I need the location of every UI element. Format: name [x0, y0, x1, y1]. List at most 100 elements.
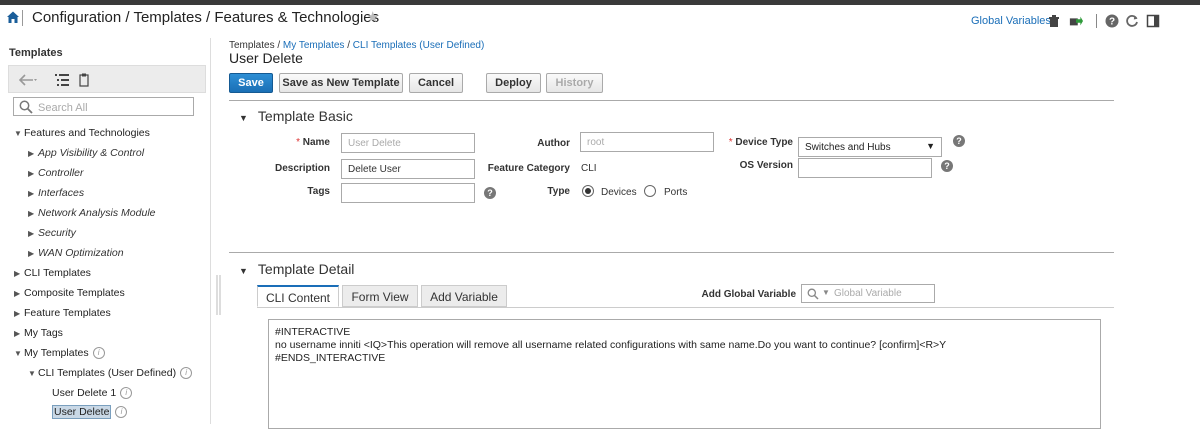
global-variable-search[interactable]: ▼ — [801, 284, 935, 303]
tree-features-and-technologies[interactable]: ▼ Features and Technologies — [14, 124, 150, 142]
caret-down-icon[interactable]: ▼ — [28, 365, 38, 383]
author-field[interactable] — [580, 132, 714, 152]
caret-right-icon[interactable]: ▶ — [28, 205, 38, 223]
caret-down-icon[interactable]: ▼ — [14, 125, 24, 143]
tree-label: Interfaces — [38, 187, 85, 199]
device-type-select[interactable]: Switches and Hubs ▼ — [798, 137, 942, 157]
list-view-icon[interactable] — [55, 74, 69, 86]
cancel-button[interactable]: Cancel — [409, 73, 463, 93]
caret-right-icon[interactable]: ▶ — [28, 245, 38, 263]
tree-composite-templates[interactable]: ▶ Composite Templates — [14, 284, 125, 302]
tags-label: Tags — [307, 186, 330, 197]
info-icon[interactable]: i — [115, 406, 128, 419]
clipboard-icon[interactable] — [79, 73, 89, 87]
template-detail-header[interactable]: ▼ Template Detail — [239, 261, 354, 277]
add-global-variable-label: Add Global Variable — [701, 289, 796, 300]
tab-form-view[interactable]: Form View — [342, 285, 418, 307]
tree-label: My Templates — [24, 347, 89, 359]
description-label: Description — [274, 163, 330, 174]
panel-toolbar — [8, 65, 206, 93]
caret-right-icon[interactable]: ▶ — [14, 325, 24, 343]
caret-right-icon[interactable]: ▶ — [14, 285, 24, 303]
help-icon[interactable]: ? — [1105, 14, 1119, 28]
tree-feature-templates[interactable]: ▶ Feature Templates — [14, 304, 111, 322]
tree-user-delete-1[interactable]: User Delete 1i — [52, 384, 133, 402]
deploy-button[interactable]: Deploy — [486, 73, 541, 93]
tree-label: User Delete 1 — [52, 387, 117, 399]
type-radio-devices[interactable] — [582, 185, 594, 197]
info-icon[interactable]: i — [180, 367, 193, 380]
cli-content-editor[interactable]: #INTERACTIVE no username inniti <IQ>This… — [268, 319, 1101, 429]
history-button[interactable]: History — [546, 73, 603, 93]
panel-splitter-handle[interactable] — [216, 275, 222, 315]
tree-app-visibility[interactable]: ▶ App Visibility & Control — [28, 144, 144, 162]
page-title: Configuration / Templates / Features & T… — [32, 9, 380, 26]
info-icon[interactable]: i — [120, 387, 133, 400]
tree-label: CLI Templates (User Defined) — [38, 367, 177, 379]
caret-right-icon[interactable]: ▶ — [28, 185, 38, 203]
refresh-icon[interactable] — [1125, 14, 1139, 28]
trash-icon[interactable] — [1047, 14, 1061, 28]
search-box[interactable] — [13, 97, 194, 116]
caret-right-icon[interactable]: ▶ — [28, 165, 38, 183]
type-radio-ports[interactable] — [644, 185, 656, 197]
tags-field[interactable] — [341, 183, 475, 203]
global-variables-link[interactable]: Global Variables — [971, 15, 1051, 27]
export-icon[interactable] — [1069, 14, 1083, 28]
dropdown-arrow-icon[interactable]: ▼ — [822, 288, 830, 297]
header-separator — [22, 10, 23, 26]
template-basic-header[interactable]: ▼ Template Basic — [239, 108, 353, 124]
collapse-triangle-icon[interactable]: ▼ — [239, 113, 248, 123]
os-version-field[interactable] — [798, 158, 932, 178]
tree-my-templates[interactable]: ▼ My Templates i — [14, 344, 105, 362]
tree-network-analysis-module[interactable]: ▶ Network Analysis Module — [28, 204, 156, 222]
description-field[interactable] — [341, 159, 475, 179]
tree-cli-templates[interactable]: ▶ CLI Templates — [14, 264, 91, 282]
caret-right-icon[interactable]: ▶ — [14, 305, 24, 323]
author-input[interactable] — [581, 133, 713, 151]
tags-help-icon[interactable]: ? — [484, 187, 496, 199]
panel-title: Templates — [9, 47, 63, 59]
name-field[interactable] — [341, 133, 475, 153]
tree-cli-templates-user-defined[interactable]: ▼ CLI Templates (User Defined) i — [28, 364, 193, 383]
caret-right-icon[interactable]: ▶ — [28, 225, 38, 243]
description-input[interactable] — [342, 160, 474, 178]
tree-wan-optimization[interactable]: ▶ WAN Optimization — [28, 244, 124, 262]
toolbar-separator — [1096, 14, 1097, 28]
tree-user-delete[interactable]: User Delete i — [52, 403, 128, 421]
caret-right-icon[interactable]: ▶ — [14, 265, 24, 283]
tree-controller[interactable]: ▶ Controller — [28, 164, 84, 182]
search-input[interactable] — [38, 100, 188, 116]
back-arrow-icon[interactable] — [19, 74, 37, 86]
tab-cli-content[interactable]: CLI Content — [257, 285, 339, 307]
save-as-new-template-button[interactable]: Save as New Template — [279, 73, 403, 93]
name-input[interactable] — [342, 134, 474, 152]
caret-right-icon[interactable]: ▶ — [28, 145, 38, 163]
tree-label-selected: User Delete — [52, 405, 112, 419]
template-heading: User Delete — [229, 50, 303, 66]
os-version-input[interactable] — [799, 159, 931, 177]
tree-label: Controller — [38, 167, 84, 179]
breadcrumb-cli-templates[interactable]: CLI Templates (User Defined) — [353, 40, 485, 51]
save-button[interactable]: Save — [229, 73, 273, 93]
favorite-star-icon[interactable]: ★ — [366, 8, 379, 26]
breadcrumb-separator: / — [344, 40, 353, 51]
caret-down-icon[interactable]: ▼ — [14, 345, 24, 363]
tree-label: Feature Templates — [24, 307, 111, 319]
window-icon[interactable] — [1146, 14, 1160, 28]
section-title: Template Basic — [257, 108, 353, 124]
required-marker: * — [296, 137, 303, 148]
tree-interfaces[interactable]: ▶ Interfaces — [28, 184, 84, 202]
collapse-triangle-icon[interactable]: ▼ — [239, 266, 248, 276]
svg-text:?: ? — [1109, 17, 1115, 28]
divider — [229, 100, 1114, 101]
os-version-help-icon[interactable]: ? — [941, 160, 953, 172]
home-icon[interactable] — [6, 10, 20, 24]
tree-my-tags[interactable]: ▶ My Tags — [14, 324, 63, 342]
tags-input[interactable] — [342, 184, 474, 202]
device-type-help-icon[interactable]: ? — [953, 135, 965, 147]
tab-add-variable[interactable]: Add Variable — [421, 285, 507, 307]
tree-security[interactable]: ▶ Security — [28, 224, 76, 242]
info-icon[interactable]: i — [92, 347, 105, 360]
tree-label: WAN Optimization — [38, 247, 124, 259]
